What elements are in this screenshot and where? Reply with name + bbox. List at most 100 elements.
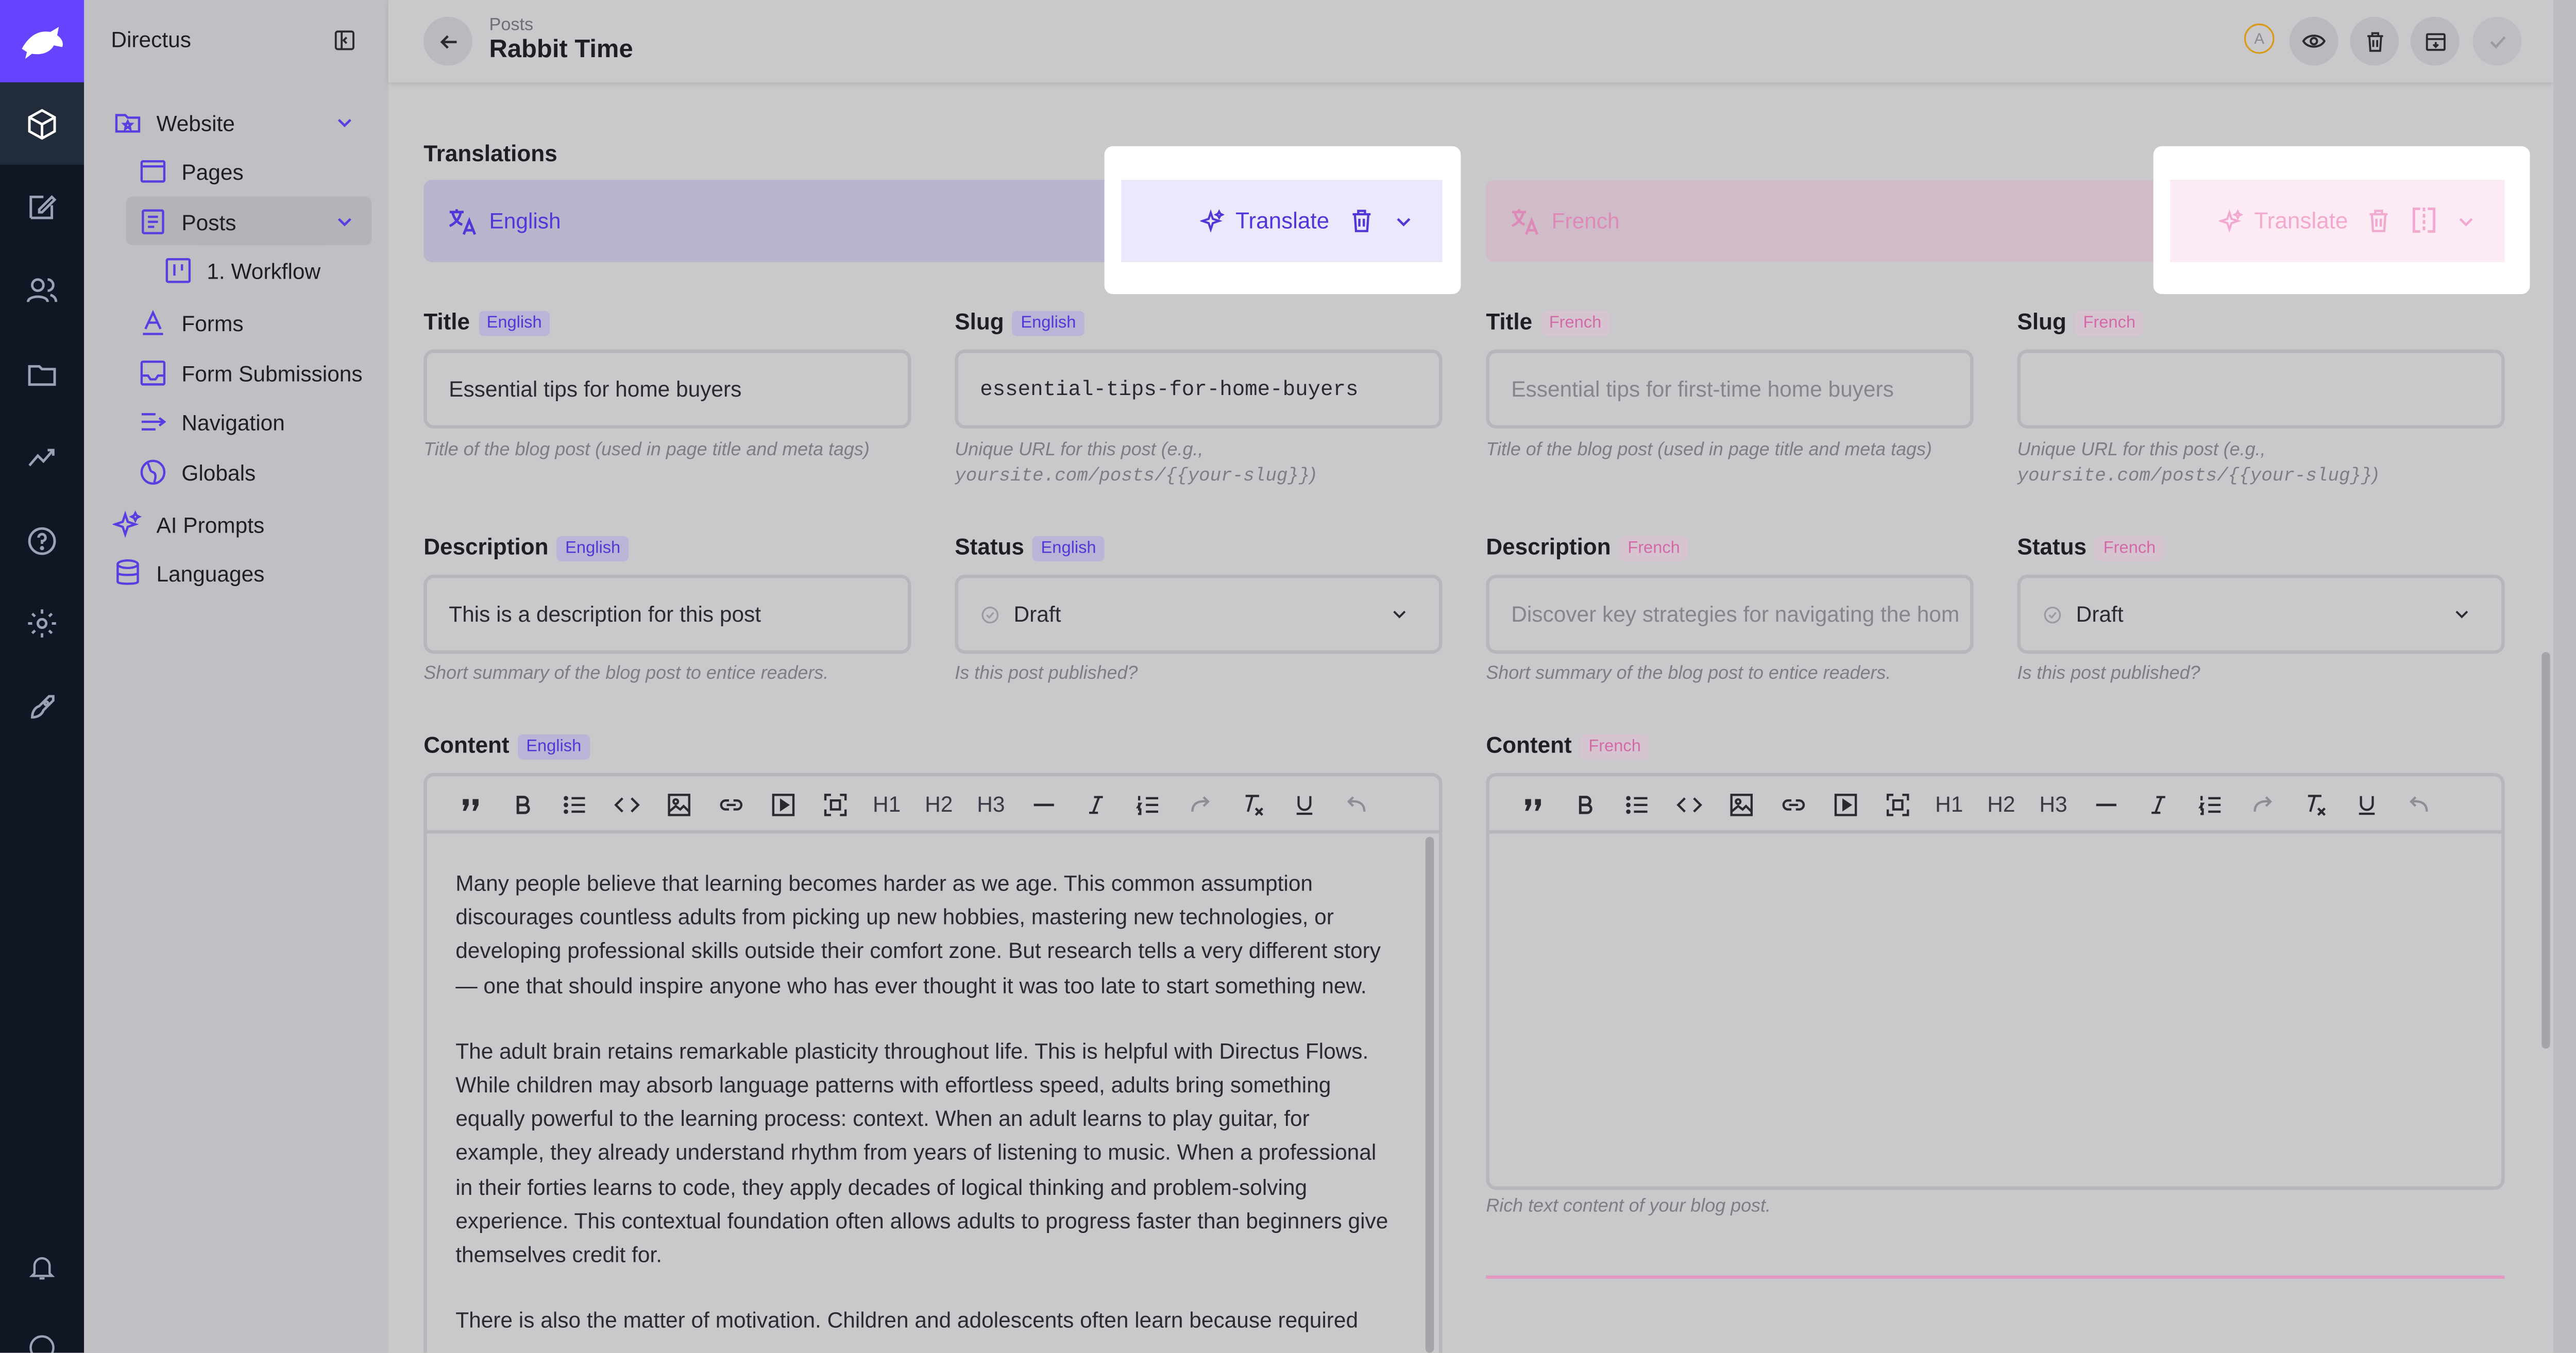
users-module-icon[interactable] <box>22 270 62 311</box>
clear-format-icon[interactable] <box>1226 776 1278 832</box>
content-editor-fr[interactable] <box>1486 773 2505 1190</box>
content-editor-text[interactable]: Many people believe that learning become… <box>455 867 1397 1353</box>
redo-icon[interactable] <box>1173 776 1225 832</box>
settings-module-icon[interactable] <box>22 603 62 643</box>
heading-1-button[interactable]: H1 <box>1923 776 1975 832</box>
sidebar-item-form-submissions[interactable]: Form Submissions <box>138 358 363 388</box>
link-icon[interactable] <box>704 776 756 832</box>
sidebar-item-workflow[interactable]: 1. Workflow <box>163 255 320 286</box>
blockquote-icon[interactable] <box>444 776 496 832</box>
chevron-down-icon[interactable] <box>1392 210 1416 234</box>
redo-icon[interactable] <box>2236 776 2288 832</box>
status-select-en[interactable]: Draft <box>955 574 1443 654</box>
help-module-icon[interactable] <box>22 521 62 561</box>
split-view-icon[interactable] <box>2409 205 2439 235</box>
editor-toolbar-fr: H1 H2 H3 <box>1506 776 2444 832</box>
posts-icon <box>138 207 168 237</box>
archive-button[interactable] <box>2410 16 2460 66</box>
sidebar-item-ai-prompts[interactable]: AI Prompts <box>112 509 264 540</box>
sidebar-item-globals[interactable]: Globals <box>138 457 256 487</box>
english-language-label[interactable]: English <box>489 209 561 234</box>
content-paragraph: There is also the matter of motivation. … <box>455 1308 1359 1333</box>
sidebar-item-website[interactable]: Website <box>113 108 235 138</box>
numbered-list-icon[interactable] <box>2183 776 2235 832</box>
sidebar-item-pages[interactable]: Pages <box>138 156 244 186</box>
sidebar-item-navigation[interactable]: Navigation <box>138 407 285 437</box>
horizontal-rule-icon[interactable] <box>2079 776 2131 832</box>
clear-format-icon[interactable] <box>2288 776 2340 832</box>
slug-input-en[interactable]: essential-tips-for-home-buyers <box>955 349 1443 429</box>
underline-icon[interactable] <box>2340 776 2392 832</box>
collapse-sidebar-icon[interactable] <box>333 28 357 52</box>
back-button[interactable] <box>423 16 472 66</box>
horizontal-rule-icon[interactable] <box>1017 776 1069 832</box>
title-input-en[interactable]: Essential tips for home buyers <box>423 349 911 429</box>
user-avatar-icon[interactable] <box>22 1328 62 1353</box>
preview-button[interactable] <box>2289 16 2338 66</box>
bullet-list-icon[interactable] <box>1611 776 1663 832</box>
translate-button-right[interactable]: Translate <box>2218 208 2348 234</box>
draft-status-icon <box>981 606 999 623</box>
breadcrumb[interactable]: Posts <box>489 15 533 35</box>
title-input-fr[interactable]: Essential tips for first-time home buyer… <box>1486 349 1974 429</box>
video-icon[interactable] <box>1819 776 1871 832</box>
numbered-list-icon[interactable] <box>1121 776 1173 832</box>
content-module-icon[interactable] <box>0 82 84 165</box>
bullet-list-icon[interactable] <box>548 776 600 832</box>
french-language-label[interactable]: French <box>1552 209 1620 234</box>
chevron-down-icon[interactable] <box>333 111 357 134</box>
insights-module-icon[interactable] <box>22 437 62 477</box>
status-note-fr: Is this post published? <box>2017 663 2200 684</box>
check-icon <box>2489 35 2505 48</box>
deployment-module-icon[interactable] <box>22 687 62 727</box>
sidebar-item-forms[interactable]: Forms <box>138 307 244 338</box>
scrollbar-thumb[interactable] <box>2541 652 2550 1049</box>
undo-icon[interactable] <box>1330 776 1382 832</box>
underline-icon[interactable] <box>1278 776 1330 832</box>
link-icon[interactable] <box>1767 776 1819 832</box>
avatar[interactable]: A <box>2244 23 2275 54</box>
files-module-icon[interactable] <box>22 354 62 395</box>
image-icon[interactable] <box>1715 776 1767 832</box>
bold-icon[interactable] <box>496 776 548 832</box>
trash-icon[interactable] <box>2365 207 2392 235</box>
french-section-divider <box>1486 1275 2505 1279</box>
description-input-fr[interactable]: Discover key strategies for navigating t… <box>1486 574 1974 654</box>
heading-3-button[interactable]: H3 <box>2027 776 2079 832</box>
translate-button-left[interactable]: Translate <box>1200 209 1329 234</box>
language-tag: French <box>1619 536 1689 561</box>
trash-icon[interactable] <box>1348 207 1375 235</box>
heading-2-button[interactable]: H2 <box>1975 776 2027 832</box>
italic-icon[interactable] <box>2131 776 2183 832</box>
sidebar-item-languages[interactable]: Languages <box>113 558 264 588</box>
slug-input-fr[interactable] <box>2017 349 2505 429</box>
bell-icon[interactable] <box>22 1247 62 1287</box>
delete-button[interactable] <box>2350 16 2399 66</box>
code-icon[interactable] <box>1663 776 1715 832</box>
image-icon[interactable] <box>652 776 704 832</box>
website-folder-icon <box>113 108 143 138</box>
description-input-en[interactable]: This is a description for this post <box>423 574 911 654</box>
blockquote-icon[interactable] <box>1506 776 1558 832</box>
chevron-down-icon[interactable] <box>2454 210 2478 234</box>
undo-icon[interactable] <box>2392 776 2444 832</box>
save-button[interactable] <box>2472 16 2522 66</box>
translate-button-label: Translate <box>2254 208 2348 234</box>
bold-icon[interactable] <box>1558 776 1611 832</box>
directus-logo-icon[interactable] <box>0 0 84 82</box>
heading-3-button[interactable]: H3 <box>965 776 1017 832</box>
translations-label: Translations <box>423 141 557 167</box>
fullscreen-icon[interactable] <box>808 776 860 832</box>
editor-module-icon[interactable] <box>22 186 62 227</box>
heading-2-button[interactable]: H2 <box>913 776 965 832</box>
chevron-down-icon[interactable] <box>333 210 357 234</box>
italic-icon[interactable] <box>1069 776 1121 832</box>
heading-1-button[interactable]: H1 <box>861 776 913 832</box>
code-icon[interactable] <box>600 776 652 832</box>
sidebar-item-posts[interactable]: Posts <box>138 207 236 237</box>
title-note-fr: Title of the blog post (used in page tit… <box>1486 440 1932 461</box>
status-select-fr[interactable]: Draft <box>2017 574 2505 654</box>
editor-scrollbar[interactable] <box>1425 836 1434 1353</box>
fullscreen-icon[interactable] <box>1871 776 1923 832</box>
video-icon[interactable] <box>756 776 808 832</box>
